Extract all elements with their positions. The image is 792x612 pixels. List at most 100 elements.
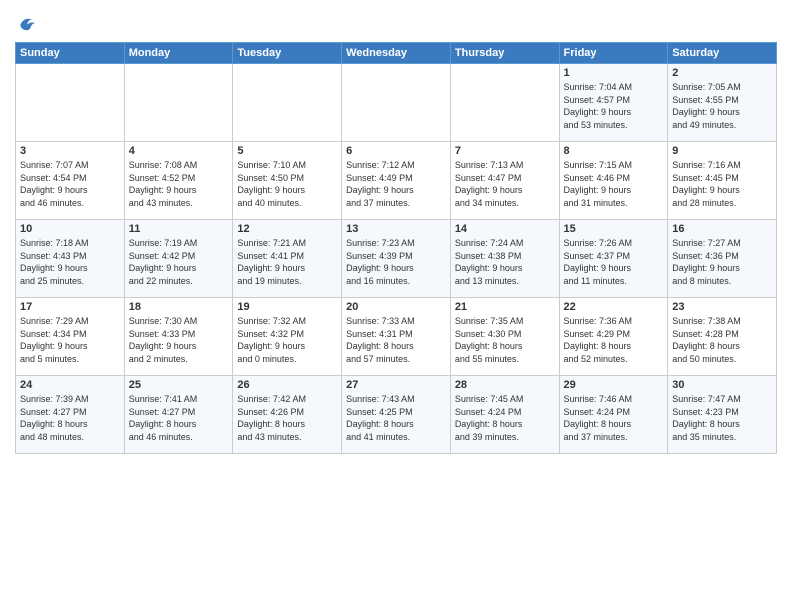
day-info: Sunrise: 7:30 AMSunset: 4:33 PMDaylight:… bbox=[129, 315, 229, 365]
calendar-cell bbox=[233, 64, 342, 142]
logo-text bbox=[15, 10, 37, 34]
day-info: Sunrise: 7:23 AMSunset: 4:39 PMDaylight:… bbox=[346, 237, 446, 287]
calendar-cell: 26 Sunrise: 7:42 AMSunset: 4:26 PMDayligh… bbox=[233, 376, 342, 454]
day-info: Sunrise: 7:16 AMSunset: 4:45 PMDaylight:… bbox=[672, 159, 772, 209]
calendar-cell: 30 Sunrise: 7:47 AMSunset: 4:23 PMDayligh… bbox=[668, 376, 777, 454]
day-number: 3 bbox=[20, 145, 120, 157]
day-info: Sunrise: 7:45 AMSunset: 4:24 PMDaylight:… bbox=[455, 393, 555, 443]
weekday-header-sunday: Sunday bbox=[16, 43, 125, 64]
calendar-cell: 24Sunrise: 7:39 AMSunset: 4:27 PMDayligh… bbox=[16, 376, 125, 454]
calendar-cell: 25 Sunrise: 7:41 AMSunset: 4:27 PMDayligh… bbox=[124, 376, 233, 454]
day-number: 24 bbox=[20, 379, 120, 391]
day-number: 11 bbox=[129, 223, 229, 235]
day-info: Sunrise: 7:07 AMSunset: 4:54 PMDaylight:… bbox=[20, 159, 120, 209]
day-number: 2 bbox=[672, 67, 772, 79]
calendar-cell: 19 Sunrise: 7:32 AMSunset: 4:32 PMDayligh… bbox=[233, 298, 342, 376]
day-info: Sunrise: 7:08 AMSunset: 4:52 PMDaylight:… bbox=[129, 159, 229, 209]
day-number: 13 bbox=[346, 223, 446, 235]
day-info: Sunrise: 7:35 AMSunset: 4:30 PMDaylight:… bbox=[455, 315, 555, 365]
logo-icon bbox=[17, 13, 37, 33]
day-info: Sunrise: 7:32 AMSunset: 4:32 PMDaylight:… bbox=[237, 315, 337, 365]
day-info: Sunrise: 7:10 AMSunset: 4:50 PMDaylight:… bbox=[237, 159, 337, 209]
day-info: Sunrise: 7:26 AMSunset: 4:37 PMDaylight:… bbox=[564, 237, 664, 287]
page-header bbox=[15, 10, 777, 34]
day-number: 25 bbox=[129, 379, 229, 391]
weekday-header-friday: Friday bbox=[559, 43, 668, 64]
day-number: 9 bbox=[672, 145, 772, 157]
calendar-cell: 7Sunrise: 7:13 AMSunset: 4:47 PMDaylight… bbox=[450, 142, 559, 220]
calendar-week-3: 17 Sunrise: 7:29 AMSunset: 4:34 PMDayligh… bbox=[16, 298, 777, 376]
day-number: 29 bbox=[564, 379, 664, 391]
day-number: 8 bbox=[564, 145, 664, 157]
calendar-cell: 15 Sunrise: 7:26 AMSunset: 4:37 PMDayligh… bbox=[559, 220, 668, 298]
calendar-cell: 1 Sunrise: 7:04 AMSunset: 4:57 PMDaylight… bbox=[559, 64, 668, 142]
day-number: 16 bbox=[672, 223, 772, 235]
calendar-cell: 14 Sunrise: 7:24 AMSunset: 4:38 PMDayligh… bbox=[450, 220, 559, 298]
calendar-cell: 2 Sunrise: 7:05 AMSunset: 4:55 PMDaylight… bbox=[668, 64, 777, 142]
calendar-cell bbox=[16, 64, 125, 142]
day-info: Sunrise: 7:04 AMSunset: 4:57 PMDaylight:… bbox=[564, 81, 664, 131]
day-info: Sunrise: 7:18 AMSunset: 4:43 PMDaylight:… bbox=[20, 237, 120, 287]
day-number: 19 bbox=[237, 301, 337, 313]
day-number: 27 bbox=[346, 379, 446, 391]
calendar-cell: 28 Sunrise: 7:45 AMSunset: 4:24 PMDayligh… bbox=[450, 376, 559, 454]
calendar-cell: 27 Sunrise: 7:43 AMSunset: 4:25 PMDayligh… bbox=[342, 376, 451, 454]
logo bbox=[15, 10, 37, 34]
weekday-header-saturday: Saturday bbox=[668, 43, 777, 64]
day-info: Sunrise: 7:43 AMSunset: 4:25 PMDaylight:… bbox=[346, 393, 446, 443]
day-number: 6 bbox=[346, 145, 446, 157]
calendar-cell: 8Sunrise: 7:15 AMSunset: 4:46 PMDaylight… bbox=[559, 142, 668, 220]
day-info: Sunrise: 7:42 AMSunset: 4:26 PMDaylight:… bbox=[237, 393, 337, 443]
day-number: 7 bbox=[455, 145, 555, 157]
day-number: 26 bbox=[237, 379, 337, 391]
day-number: 12 bbox=[237, 223, 337, 235]
day-number: 14 bbox=[455, 223, 555, 235]
calendar-cell: 16Sunrise: 7:27 AMSunset: 4:36 PMDayligh… bbox=[668, 220, 777, 298]
day-number: 5 bbox=[237, 145, 337, 157]
calendar-cell: 13 Sunrise: 7:23 AMSunset: 4:39 PMDayligh… bbox=[342, 220, 451, 298]
day-number: 28 bbox=[455, 379, 555, 391]
day-info: Sunrise: 7:19 AMSunset: 4:42 PMDaylight:… bbox=[129, 237, 229, 287]
weekday-header-monday: Monday bbox=[124, 43, 233, 64]
calendar-cell: 5 Sunrise: 7:10 AMSunset: 4:50 PMDaylight… bbox=[233, 142, 342, 220]
day-number: 4 bbox=[129, 145, 229, 157]
day-info: Sunrise: 7:46 AMSunset: 4:24 PMDaylight:… bbox=[564, 393, 664, 443]
day-info: Sunrise: 7:33 AMSunset: 4:31 PMDaylight:… bbox=[346, 315, 446, 365]
calendar-week-0: 1 Sunrise: 7:04 AMSunset: 4:57 PMDaylight… bbox=[16, 64, 777, 142]
day-number: 1 bbox=[564, 67, 664, 79]
weekday-header-thursday: Thursday bbox=[450, 43, 559, 64]
calendar-cell: 6Sunrise: 7:12 AMSunset: 4:49 PMDaylight… bbox=[342, 142, 451, 220]
day-info: Sunrise: 7:21 AMSunset: 4:41 PMDaylight:… bbox=[237, 237, 337, 287]
calendar-week-1: 3 Sunrise: 7:07 AMSunset: 4:54 PMDaylight… bbox=[16, 142, 777, 220]
calendar-cell: 11 Sunrise: 7:19 AMSunset: 4:42 PMDayligh… bbox=[124, 220, 233, 298]
day-number: 17 bbox=[20, 301, 120, 313]
day-info: Sunrise: 7:29 AMSunset: 4:34 PMDaylight:… bbox=[20, 315, 120, 365]
calendar-cell bbox=[450, 64, 559, 142]
calendar-cell: 29 Sunrise: 7:46 AMSunset: 4:24 PMDayligh… bbox=[559, 376, 668, 454]
calendar-week-2: 10Sunrise: 7:18 AMSunset: 4:43 PMDayligh… bbox=[16, 220, 777, 298]
calendar-cell: 9 Sunrise: 7:16 AMSunset: 4:45 PMDaylight… bbox=[668, 142, 777, 220]
day-number: 15 bbox=[564, 223, 664, 235]
weekday-header-row: SundayMondayTuesdayWednesdayThursdayFrid… bbox=[16, 43, 777, 64]
day-info: Sunrise: 7:47 AMSunset: 4:23 PMDaylight:… bbox=[672, 393, 772, 443]
calendar-week-4: 24Sunrise: 7:39 AMSunset: 4:27 PMDayligh… bbox=[16, 376, 777, 454]
day-info: Sunrise: 7:36 AMSunset: 4:29 PMDaylight:… bbox=[564, 315, 664, 365]
calendar-cell bbox=[342, 64, 451, 142]
day-number: 22 bbox=[564, 301, 664, 313]
calendar-cell: 10Sunrise: 7:18 AMSunset: 4:43 PMDayligh… bbox=[16, 220, 125, 298]
calendar-table: SundayMondayTuesdayWednesdayThursdayFrid… bbox=[15, 42, 777, 454]
day-info: Sunrise: 7:38 AMSunset: 4:28 PMDaylight:… bbox=[672, 315, 772, 365]
day-number: 23 bbox=[672, 301, 772, 313]
calendar-cell: 4 Sunrise: 7:08 AMSunset: 4:52 PMDaylight… bbox=[124, 142, 233, 220]
day-info: Sunrise: 7:41 AMSunset: 4:27 PMDaylight:… bbox=[129, 393, 229, 443]
calendar-cell: 12 Sunrise: 7:21 AMSunset: 4:41 PMDayligh… bbox=[233, 220, 342, 298]
weekday-header-tuesday: Tuesday bbox=[233, 43, 342, 64]
day-info: Sunrise: 7:24 AMSunset: 4:38 PMDaylight:… bbox=[455, 237, 555, 287]
calendar-cell: 23 Sunrise: 7:38 AMSunset: 4:28 PMDayligh… bbox=[668, 298, 777, 376]
day-info: Sunrise: 7:05 AMSunset: 4:55 PMDaylight:… bbox=[672, 81, 772, 131]
page-container: SundayMondayTuesdayWednesdayThursdayFrid… bbox=[0, 0, 792, 464]
weekday-header-wednesday: Wednesday bbox=[342, 43, 451, 64]
day-number: 21 bbox=[455, 301, 555, 313]
day-number: 30 bbox=[672, 379, 772, 391]
calendar-cell bbox=[124, 64, 233, 142]
